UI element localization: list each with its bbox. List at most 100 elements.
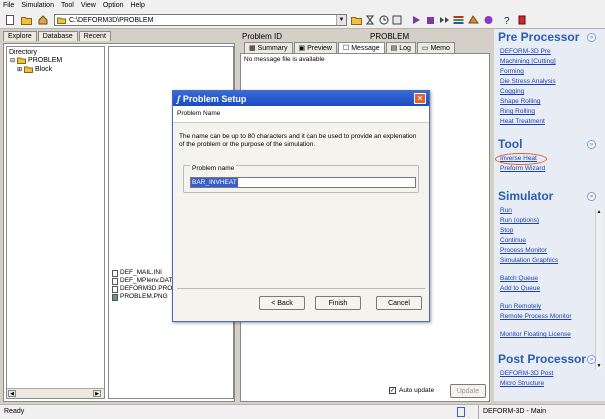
- dialog-divider: [177, 288, 425, 289]
- graphics-icon[interactable]: [467, 14, 479, 26]
- file-icon: [112, 285, 118, 293]
- file-item[interactable]: PROBLEM.PNG: [112, 293, 173, 301]
- path-dropdown-icon[interactable]: ▼: [336, 15, 346, 25]
- tab-memo[interactable]: ▭ Memo: [416, 42, 455, 53]
- file-item[interactable]: DEF_MAIL.INI: [112, 269, 173, 277]
- link-monitor-floating-license[interactable]: Monitor Floating License: [500, 330, 602, 340]
- continue-icon[interactable]: [438, 14, 450, 26]
- menu-option[interactable]: Option: [103, 2, 124, 9]
- menu-view[interactable]: View: [81, 2, 96, 9]
- vertical-scrollbar[interactable]: ▲ ▼: [595, 209, 602, 369]
- directory-tree: Directory ⊟ PROBLEM ⊞ Block ◀ ▶: [6, 46, 105, 399]
- monitor-icon[interactable]: [452, 14, 464, 26]
- finish-button[interactable]: Finish: [315, 296, 361, 310]
- simulator-links: Run Run (options) Stop Continue Process …: [500, 206, 602, 340]
- play-icon[interactable]: [410, 14, 422, 26]
- preview-icon: ▣: [298, 45, 308, 52]
- tab-preview[interactable]: ▣ Preview: [293, 42, 337, 53]
- auto-update-option[interactable]: ✓ Auto update: [389, 387, 434, 394]
- chevron-up-icon[interactable]: »: [587, 33, 596, 42]
- open-folder-icon[interactable]: [20, 14, 32, 26]
- help-icon[interactable]: ?: [502, 14, 514, 26]
- cancel-button[interactable]: Cancel: [376, 296, 422, 310]
- link-simulation-graphics[interactable]: Simulation Graphics: [500, 256, 602, 266]
- link-run[interactable]: Run: [500, 206, 602, 216]
- file-item[interactable]: DEF_MPIenv.DAT: [112, 277, 173, 285]
- menu-tool[interactable]: Tool: [61, 2, 74, 9]
- svg-text:?: ?: [504, 16, 510, 25]
- file-name: DEF_MAIL.INI: [120, 269, 162, 276]
- close-icon[interactable]: ✕: [414, 93, 426, 104]
- link-run-options[interactable]: Run (options): [500, 216, 602, 226]
- menu-file[interactable]: File: [3, 2, 14, 9]
- link-batch-queue[interactable]: Batch Queue: [500, 274, 602, 284]
- link-forming[interactable]: Forming: [500, 67, 602, 77]
- chevron-up-icon[interactable]: »: [587, 192, 596, 201]
- link-continue[interactable]: Continue: [500, 236, 602, 246]
- message-icon: ☐: [342, 45, 352, 52]
- stop-icon[interactable]: [424, 14, 436, 26]
- horizontal-scrollbar[interactable]: ◀ ▶: [7, 388, 104, 398]
- link-deform-3d-pre[interactable]: DEFORM-3D Pre: [500, 47, 602, 57]
- path-field[interactable]: C:\DEFORM3D\PROBLEM ▼: [54, 14, 347, 26]
- menu-bar: File Simulation Tool View Option Help: [0, 0, 605, 11]
- simulator-section: Simulator » Run Run (options) Stop Conti…: [498, 189, 602, 369]
- link-process-monitor[interactable]: Process Monitor: [500, 246, 602, 256]
- link-micro-structure[interactable]: Micro Structure: [500, 379, 602, 389]
- link-run-remotely[interactable]: Run Remotely: [500, 302, 602, 312]
- scroll-up-icon[interactable]: ▲: [596, 209, 602, 215]
- link-shape-rolling[interactable]: Shape Rolling: [500, 97, 602, 107]
- chevron-up-icon[interactable]: »: [587, 140, 596, 149]
- link-add-to-queue[interactable]: Add to Queue: [500, 284, 602, 294]
- auto-update-checkbox[interactable]: ✓: [389, 387, 396, 394]
- menu-simulation[interactable]: Simulation: [21, 2, 54, 9]
- exit-icon[interactable]: [516, 14, 528, 26]
- back-button[interactable]: < Back: [259, 296, 305, 310]
- clock-icon[interactable]: [378, 14, 390, 26]
- chevron-up-icon[interactable]: »: [587, 355, 596, 364]
- link-machining[interactable]: Machining [Cutting]: [500, 57, 602, 67]
- post-processor-icon[interactable]: [482, 14, 494, 26]
- link-ring-rolling[interactable]: Ring Rolling: [500, 107, 602, 117]
- home-icon[interactable]: [37, 14, 49, 26]
- folder-icon: [57, 17, 66, 24]
- tab-recent[interactable]: Recent: [78, 31, 111, 41]
- problem-setup-dialog: ʃ Problem Setup ✕ Problem Name The name …: [172, 90, 430, 322]
- scroll-right-icon[interactable]: ▶: [93, 390, 101, 397]
- link-die-stress-analysis[interactable]: Die Stress Analysis: [500, 77, 602, 87]
- menu-help[interactable]: Help: [130, 2, 144, 9]
- tab-database[interactable]: Database: [37, 31, 78, 41]
- update-button[interactable]: Update: [450, 384, 486, 398]
- link-preform-wizard[interactable]: Preform Wizard: [500, 164, 602, 174]
- folder-up-icon[interactable]: [350, 14, 362, 26]
- tab-label: Message: [351, 45, 380, 52]
- expand-icon[interactable]: ⊞: [17, 66, 22, 73]
- problem-name-label: Problem name: [190, 165, 237, 172]
- link-heat-treatment[interactable]: Heat Treatment: [500, 117, 602, 127]
- link-remote-process-monitor[interactable]: Remote Process Monitor: [500, 312, 602, 322]
- problem-name-input[interactable]: BAR_INVHEAT: [190, 177, 416, 188]
- tool-links: Inverse Heat Preform Wizard: [495, 153, 602, 174]
- refresh-icon[interactable]: [391, 14, 403, 26]
- problem-id-value: PROBLEM: [370, 32, 410, 41]
- status-app-name: DEFORM-3D - Main: [483, 408, 547, 415]
- app-icon: ʃ: [177, 93, 180, 104]
- tree-item-problem[interactable]: ⊟ PROBLEM: [10, 57, 62, 64]
- dialog-description: The name can be up to 80 characters and …: [179, 133, 417, 148]
- link-stop[interactable]: Stop: [500, 226, 602, 236]
- path-text: C:\DEFORM3D\PROBLEM: [69, 16, 154, 24]
- scroll-left-icon[interactable]: ◀: [8, 390, 16, 397]
- collapse-icon[interactable]: ⊟: [10, 57, 15, 64]
- new-file-icon[interactable]: [4, 14, 16, 26]
- tab-summary[interactable]: ▦ Summary: [244, 42, 293, 53]
- tab-message[interactable]: ☐ Message: [337, 42, 385, 53]
- link-deform-3d-post[interactable]: DEFORM-3D Post: [500, 369, 602, 379]
- problem-name-value: BAR_INVHEAT: [191, 178, 238, 187]
- file-item[interactable]: DEFORM3D.PRO: [112, 285, 173, 293]
- tree-item-block[interactable]: ⊞ Block: [17, 66, 52, 73]
- tab-log[interactable]: ▤ Log: [385, 42, 416, 53]
- hourglass-icon[interactable]: [364, 14, 376, 26]
- link-cogging[interactable]: Cogging: [500, 87, 602, 97]
- tab-explore[interactable]: Explore: [3, 31, 37, 41]
- file-icon: [112, 277, 118, 285]
